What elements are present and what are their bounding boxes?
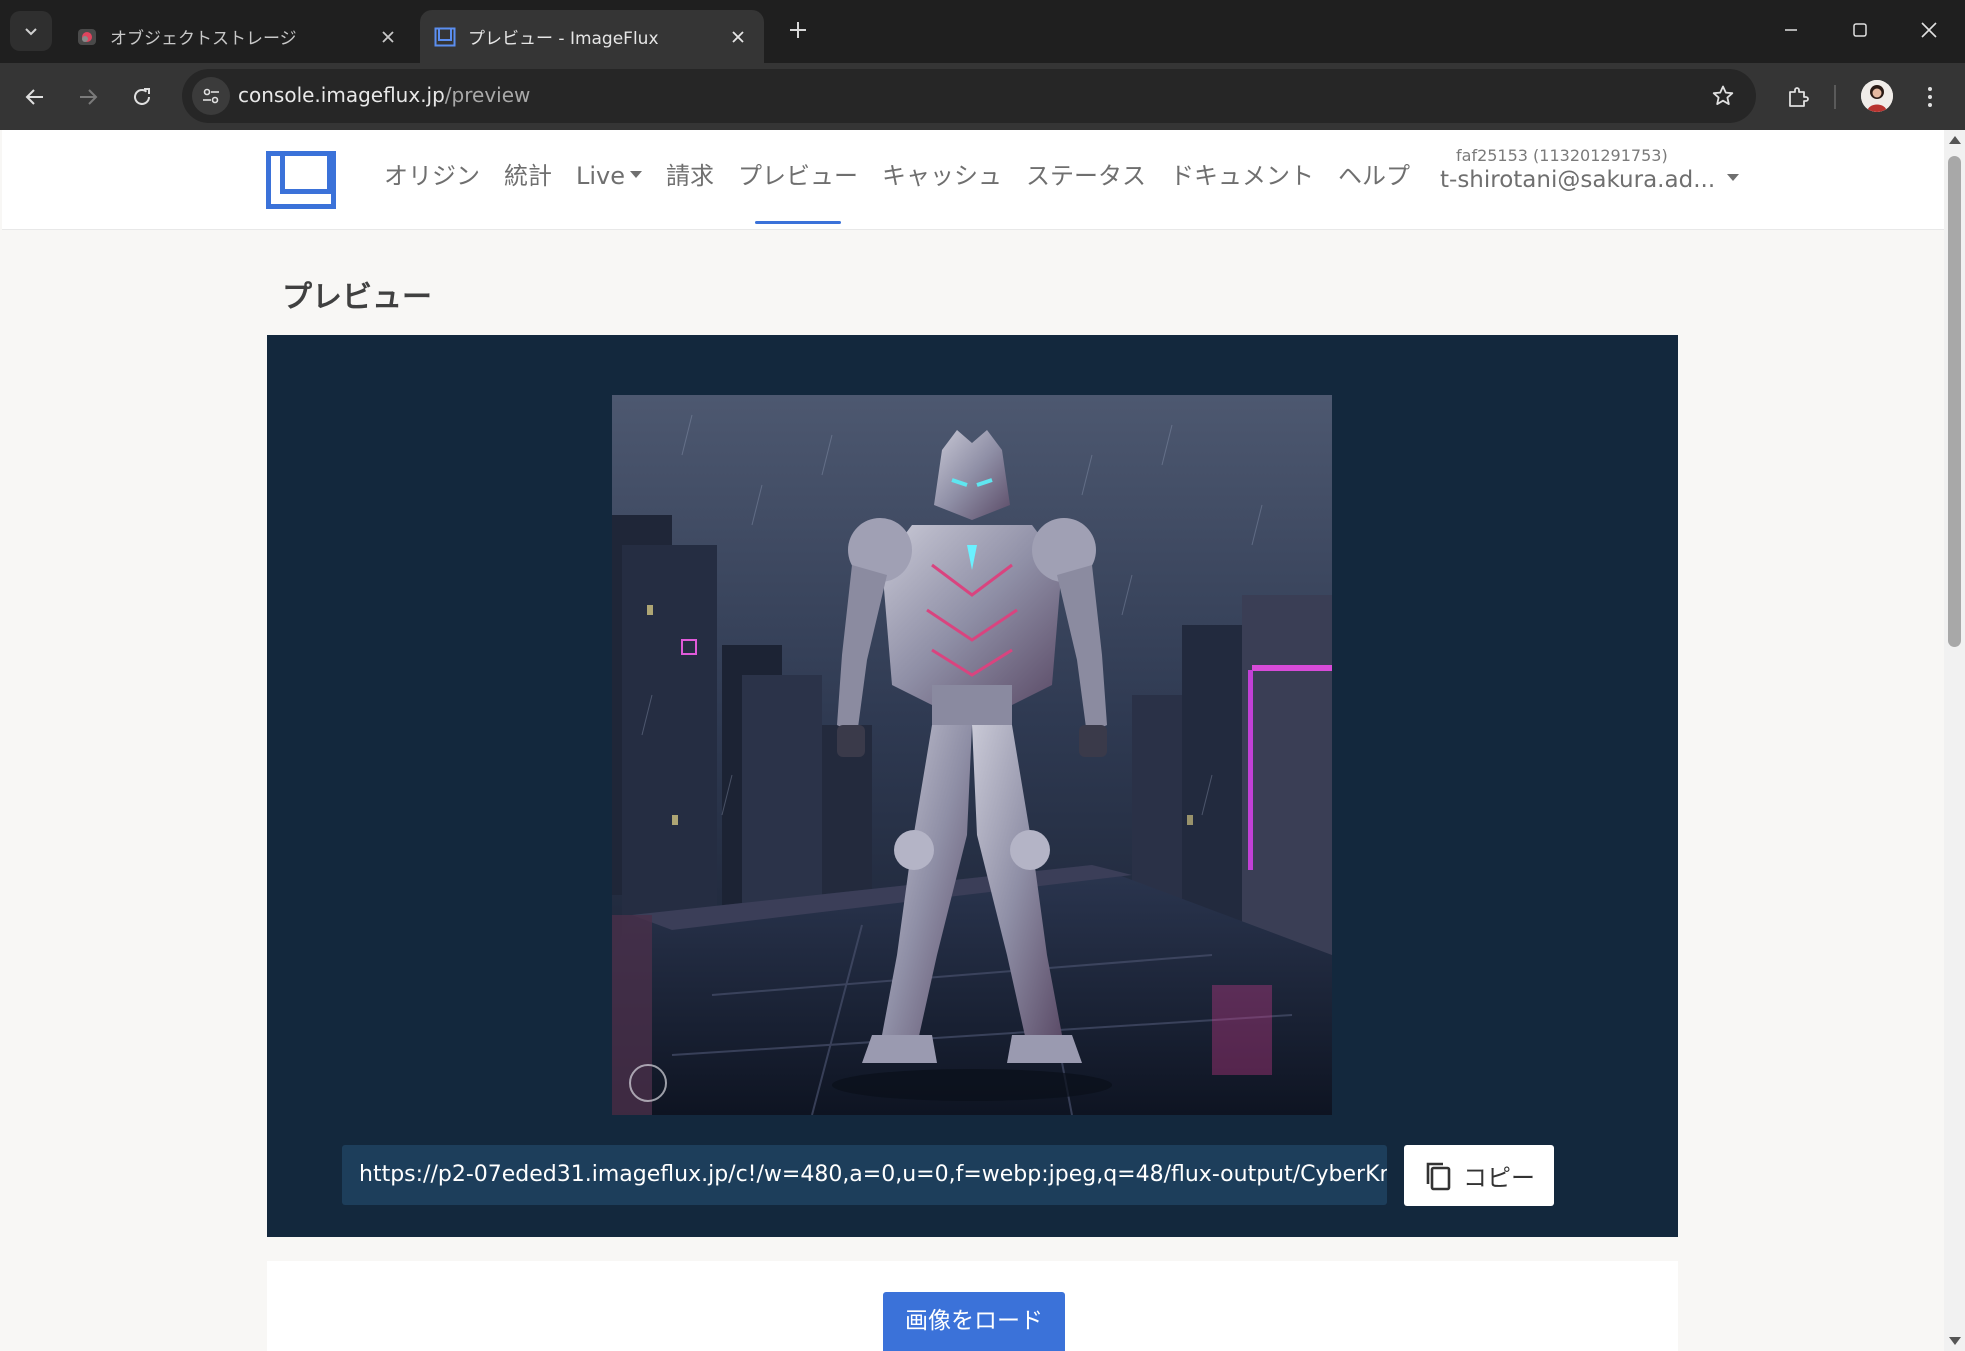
- nav-item-preview[interactable]: プレビュー: [726, 130, 870, 230]
- puzzle-icon: [1789, 87, 1809, 107]
- close-icon: [1921, 22, 1937, 38]
- image-url-field[interactable]: https://p2-07eded31.imageflux.jp/c!/w=48…: [342, 1145, 1387, 1205]
- scroll-up-arrow-icon[interactable]: [1949, 136, 1961, 144]
- account-email: t-shirotani@sakura.ad...: [1440, 167, 1740, 193]
- account-menu[interactable]: faf25153 (113201291753) t-shirotani@saku…: [1440, 146, 1740, 193]
- caret-down-icon: [1727, 174, 1740, 181]
- reload-icon: [134, 88, 150, 105]
- browser-tabstrip: オブジェクトストレージ プレビュー - ImageFlux: [0, 0, 1965, 63]
- arrow-left-icon: [25, 89, 43, 105]
- back-button[interactable]: [15, 77, 55, 117]
- page-viewport: オリジン 統計 Live 請求 プレビュー キャッシュ ステータス ドキュメント…: [2, 130, 1944, 1351]
- nav-item-label: ステータス: [1026, 162, 1147, 190]
- nav-item-label: 統計: [504, 162, 552, 190]
- nav-item-status[interactable]: ステータス: [1014, 130, 1158, 230]
- copy-button-label: コピー: [1463, 1164, 1535, 1192]
- chevron-down-icon: [25, 28, 37, 36]
- caret-down-icon: [630, 170, 643, 178]
- scroll-down-arrow-icon[interactable]: [1949, 1337, 1961, 1345]
- nav-item-billing[interactable]: 請求: [654, 130, 726, 230]
- extensions-button[interactable]: [1778, 77, 1818, 117]
- site-header: オリジン 統計 Live 請求 プレビュー キャッシュ ステータス ドキュメント…: [2, 130, 1944, 230]
- main-nav: オリジン 統計 Live 請求 プレビュー キャッシュ ステータス ドキュメント…: [372, 130, 1422, 230]
- scrollbar-thumb[interactable]: [1948, 156, 1961, 647]
- account-email-text: t-shirotani@sakura.ad...: [1440, 167, 1716, 193]
- nav-item-cache[interactable]: キャッシュ: [870, 130, 1014, 230]
- sakura-favicon-icon: [76, 26, 98, 48]
- close-icon[interactable]: [376, 25, 400, 49]
- maximize-icon: [1853, 23, 1867, 37]
- tab-search-button[interactable]: [10, 11, 52, 51]
- nav-item-label: オリジン: [384, 162, 480, 190]
- browser-tab-object-storage[interactable]: オブジェクトストレージ: [62, 10, 414, 63]
- nav-item-documents[interactable]: ドキュメント: [1158, 130, 1326, 230]
- nav-item-label: プレビュー: [738, 162, 859, 190]
- nav-item-label: ヘルプ: [1338, 162, 1411, 190]
- nav-item-label: キャッシュ: [882, 162, 1003, 190]
- copy-icon: [1423, 1160, 1453, 1192]
- minimize-icon: [1785, 29, 1797, 31]
- browser-tab-preview[interactable]: プレビュー - ImageFlux: [420, 10, 764, 63]
- star-icon: [1712, 85, 1734, 105]
- preview-panel: https://p2-07eded31.imageflux.jp/c!/w=48…: [267, 335, 1678, 1237]
- maximize-button[interactable]: [1834, 10, 1886, 50]
- copy-button[interactable]: コピー: [1404, 1145, 1554, 1206]
- more-vertical-icon: [1928, 87, 1932, 107]
- options-panel: 画像をロード: [267, 1261, 1678, 1351]
- nav-item-origin[interactable]: オリジン: [372, 130, 492, 230]
- address-bar[interactable]: console.imageflux.jp/preview: [182, 69, 1756, 123]
- toolbar-divider: [1834, 85, 1836, 109]
- url-text: console.imageflux.jp/preview: [238, 83, 530, 107]
- tune-icon: [203, 88, 219, 104]
- forward-button[interactable]: [68, 77, 108, 117]
- new-tab-button[interactable]: [782, 14, 814, 46]
- window-close-button[interactable]: [1903, 10, 1955, 50]
- tab-title: オブジェクトストレージ: [110, 29, 297, 49]
- load-image-button[interactable]: 画像をロード: [883, 1292, 1065, 1351]
- imageflux-favicon-icon: [434, 26, 456, 48]
- nav-item-label: Live: [576, 162, 626, 190]
- profile-avatar[interactable]: [1861, 80, 1893, 112]
- nav-item-help[interactable]: ヘルプ: [1326, 130, 1422, 230]
- page-title: プレビュー: [282, 280, 432, 315]
- nav-item-label: 請求: [666, 162, 715, 190]
- url-host: console.imageflux.jp: [238, 83, 445, 107]
- imageflux-logo[interactable]: [266, 151, 336, 209]
- site-info-button[interactable]: [192, 77, 230, 115]
- close-icon[interactable]: [726, 25, 750, 49]
- plus-icon: [790, 22, 806, 38]
- url-path: /preview: [444, 83, 531, 107]
- avatar-icon: [1861, 80, 1893, 112]
- preview-image: [612, 395, 1332, 1115]
- nav-item-stats[interactable]: 統計: [492, 130, 564, 230]
- bookmark-button[interactable]: [1708, 81, 1738, 111]
- minimize-button[interactable]: [1765, 10, 1817, 50]
- nav-item-live[interactable]: Live: [564, 130, 654, 230]
- arrow-right-icon: [80, 89, 98, 105]
- reload-button[interactable]: [122, 77, 162, 117]
- account-id: faf25153 (113201291753): [1456, 146, 1668, 165]
- browser-menu-button[interactable]: [1910, 77, 1950, 117]
- page-scrollbar[interactable]: [1944, 130, 1965, 1351]
- nav-item-label: ドキュメント: [1170, 162, 1315, 190]
- tab-title: プレビュー - ImageFlux: [468, 29, 659, 49]
- browser-toolbar: console.imageflux.jp/preview: [0, 63, 1965, 130]
